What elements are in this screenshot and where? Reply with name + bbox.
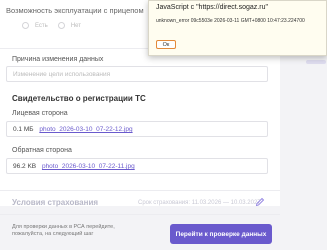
insurance-title[interactable]: Условия страхования: [12, 198, 98, 207]
dialog-ok-button[interactable]: Ок: [156, 40, 176, 49]
back-file-link[interactable]: photo_2026-03-10_07-22-11.jpg: [42, 163, 135, 170]
front-file-link[interactable]: photo_2026-03-10_07-22-12.jpg: [39, 126, 132, 133]
back-side-label: Обратная сторона: [12, 147, 72, 154]
dialog-message: unknown_error 09c5503e 2026-03-11 GMT+08…: [156, 18, 305, 24]
back-file-size: 96.2 KB: [13, 163, 37, 170]
radio-no-label: Нет: [70, 22, 82, 29]
back-file-row: 96.2 KB photo_2026-03-10_07-22-11.jpg: [6, 158, 268, 174]
radio-yes[interactable]: [22, 22, 29, 29]
edit-pencil-icon[interactable]: [255, 197, 265, 207]
radio-no[interactable]: [57, 22, 65, 29]
reason-label: Причина изменения данных: [12, 56, 104, 63]
radio-yes-label: Есть: [35, 22, 48, 29]
trailer-label: Возможность эксплуатации с прицепом: [6, 6, 144, 15]
footer-note: Для проверки данных в РСА перейдите, пож…: [12, 224, 115, 237]
front-file-row: 0.1 МБ photo_2026-03-10_07-22-12.jpg: [6, 121, 268, 137]
insurance-date: Срок страхования: 11.03.2026 — 10.03.202…: [138, 200, 261, 206]
front-side-label: Лицевая сторона: [12, 110, 68, 117]
reason-input[interactable]: Изменение цели использования: [6, 66, 268, 82]
dialog-title: JavaScript с "https://direct.sogaz.ru": [156, 4, 268, 11]
divider: [0, 190, 280, 191]
trailer-radio-group: Есть Нет: [22, 22, 81, 29]
sidebar-placeholder-line: [306, 60, 326, 64]
front-file-size: 0.1 МБ: [13, 126, 34, 133]
divider: [0, 214, 280, 215]
check-data-button[interactable]: Перейти к проверке данных: [170, 224, 272, 244]
javascript-alert-dialog: JavaScript с "https://direct.sogaz.ru" u…: [148, 0, 327, 56]
sts-section-title: Свидетельство о регистрации ТС: [12, 94, 146, 103]
